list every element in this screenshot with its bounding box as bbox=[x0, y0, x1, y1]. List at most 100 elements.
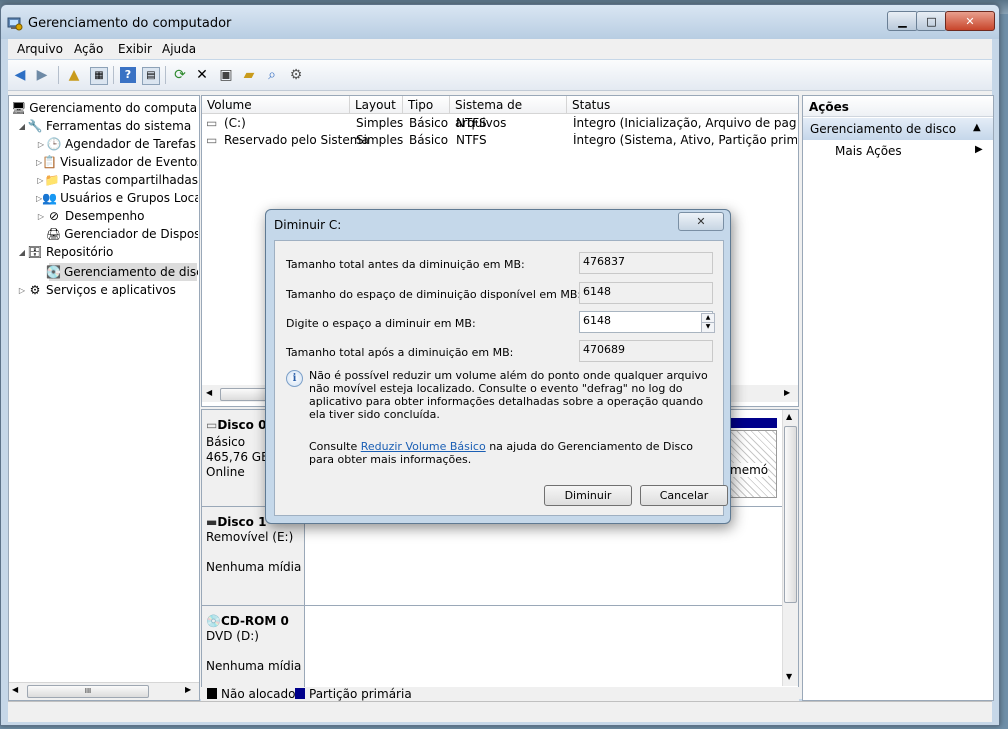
column-header-layout[interactable]: Layout bbox=[350, 96, 403, 114]
cdrom-0-state: Nenhuma mídia bbox=[206, 659, 302, 673]
more-actions-label: Mais Ações bbox=[835, 144, 902, 158]
available-label: Tamanho do espaço de diminuição disponív… bbox=[286, 288, 582, 301]
expanded-icon[interactable]: ◢ bbox=[17, 248, 27, 257]
partition-header-bar bbox=[725, 418, 777, 428]
show-hide-tree-icon[interactable]: ▦ bbox=[90, 67, 108, 85]
tree-item-storage[interactable]: ◢ 🗄 Repositório bbox=[17, 243, 197, 261]
shrink-button[interactable]: Diminuir bbox=[544, 485, 632, 506]
search-icon[interactable]: ⌕ bbox=[264, 67, 280, 83]
cancel-button[interactable]: Cancelar bbox=[640, 485, 728, 506]
shrink-amount-input[interactable]: 6148 ▲ ▼ bbox=[579, 311, 715, 333]
table-row[interactable]: ▭ Reservado pelo Sistema Simples Básico … bbox=[202, 132, 798, 149]
minimize-icon: ▁ bbox=[898, 14, 907, 28]
column-header-volume[interactable]: Volume bbox=[202, 96, 350, 114]
actions-title: Ações bbox=[809, 100, 849, 114]
show-hide-action-pane-icon[interactable]: ▤ bbox=[142, 67, 160, 85]
column-header-status[interactable]: Status bbox=[567, 96, 798, 114]
tree-item-label: Visualizador de Eventos bbox=[60, 155, 198, 169]
tree-item-root[interactable]: 🖥 Gerenciamento do computador bbox=[11, 99, 197, 117]
menu-arquivo[interactable]: Arquivo bbox=[17, 42, 63, 56]
close-icon: ✕ bbox=[696, 215, 706, 228]
settings-icon[interactable]: ⚙ bbox=[288, 67, 304, 83]
collapse-icon[interactable]: ▲ bbox=[973, 122, 981, 133]
collapsed-icon[interactable]: ▷ bbox=[36, 212, 46, 221]
tree-item-label: Gerenciamento de disco bbox=[63, 265, 198, 279]
actions-header: Ações bbox=[803, 96, 993, 117]
minimize-button[interactable]: ▁ bbox=[887, 11, 918, 31]
unallocated-swatch bbox=[207, 688, 217, 699]
primary-swatch bbox=[295, 688, 305, 699]
disk-0-name: ▭Disco 0 bbox=[206, 418, 267, 432]
menu-ajuda[interactable]: Ajuda bbox=[162, 42, 196, 56]
services-icon: ⚙ bbox=[29, 283, 41, 297]
volume-fs: NTFS bbox=[456, 133, 487, 147]
tree-item-disk-management[interactable]: 💽 Gerenciamento de disco bbox=[46, 263, 198, 281]
scroll-left-icon[interactable]: ◀ bbox=[206, 388, 212, 397]
actions-section-header[interactable]: Gerenciamento de disco ▲ bbox=[803, 118, 993, 140]
actions-section-label: Gerenciamento de disco bbox=[810, 122, 957, 136]
disk-0-state: Online bbox=[206, 465, 245, 479]
tree-horizontal-scrollbar[interactable]: ◀ III ▶ bbox=[9, 682, 199, 700]
forward-arrow-icon[interactable]: ▶ bbox=[34, 67, 50, 83]
expanded-icon[interactable]: ◢ bbox=[17, 122, 27, 131]
actions-pane: Ações Gerenciamento de disco ▲ Mais Açõe… bbox=[802, 95, 994, 701]
help-text: Consulte Reduzir Volume Básico na ajuda … bbox=[309, 440, 694, 466]
up-folder-icon[interactable]: ▲ bbox=[66, 67, 82, 83]
back-arrow-icon[interactable]: ◀ bbox=[12, 67, 28, 83]
scroll-down-icon[interactable]: ▼ bbox=[786, 672, 792, 681]
disk-view-vscrollbar[interactable]: ▲ ▼ bbox=[782, 410, 798, 686]
help-icon[interactable]: ? bbox=[120, 67, 136, 83]
cdrom-0-type: DVD (D:) bbox=[206, 629, 259, 643]
menu-acao[interactable]: Ação bbox=[74, 42, 103, 56]
removable-disk-icon: ▬ bbox=[206, 515, 218, 529]
tree-item-event-viewer[interactable]: ▷ 📋 Visualizador de Eventos bbox=[36, 153, 198, 171]
tree-item-task-scheduler[interactable]: ▷ 🕒 Agendador de Tarefas bbox=[36, 135, 198, 153]
clock-icon: 🕒 bbox=[46, 137, 62, 151]
scroll-right-icon[interactable]: ▶ bbox=[784, 388, 790, 397]
maximize-button[interactable]: □ bbox=[916, 11, 947, 31]
open-folder-icon[interactable]: ▰ bbox=[241, 67, 257, 83]
storage-icon: 🗄 bbox=[27, 245, 43, 259]
table-row[interactable]: ▭ (C:) Simples Básico NTFS Íntegro (Inic… bbox=[202, 115, 798, 132]
dialog-close-button[interactable]: ✕ bbox=[678, 212, 724, 231]
tree-item-system-tools[interactable]: ◢ 🔧 Ferramentas do sistema bbox=[17, 117, 197, 135]
total-before-label: Tamanho total antes da diminuição em MB: bbox=[286, 258, 525, 271]
scroll-up-icon[interactable]: ▲ bbox=[786, 412, 792, 421]
disk-0-type: Básico bbox=[206, 435, 246, 449]
tree-item-performance[interactable]: ▷ ⊘ Desempenho bbox=[36, 207, 198, 225]
more-actions-item[interactable]: Mais Ações ▶ bbox=[803, 142, 993, 160]
menu-exibir[interactable]: Exibir bbox=[118, 42, 152, 56]
cdrom-0-label[interactable]: 💿CD-ROM 0 DVD (D:) Nenhuma mídia bbox=[202, 606, 305, 688]
info-icon: i bbox=[286, 370, 303, 387]
scroll-thumb[interactable]: III bbox=[27, 685, 149, 698]
scroll-thumb[interactable] bbox=[784, 426, 797, 603]
close-button[interactable]: ✕ bbox=[945, 11, 995, 31]
title-bar[interactable]: Gerenciamento do computador ▁ □ ✕ bbox=[1, 5, 999, 39]
users-icon: 👥 bbox=[42, 191, 58, 205]
tree-item-device-manager[interactable]: 🖨 Gerenciador de Disposit bbox=[46, 225, 198, 243]
available-value: 6148 bbox=[579, 282, 713, 304]
volume-type: Básico bbox=[409, 116, 449, 130]
tree-item-label: Desempenho bbox=[65, 209, 145, 223]
volume-status: Íntegro (Sistema, Ativo, Partição primár… bbox=[573, 133, 797, 147]
tree-item-label: Gerenciamento do computador bbox=[29, 101, 197, 115]
collapsed-icon[interactable]: ▷ bbox=[36, 176, 45, 185]
refresh-icon[interactable]: ⟳ bbox=[172, 67, 188, 83]
tree-item-services[interactable]: ▷ ⚙ Serviços e aplicativos bbox=[17, 281, 197, 299]
column-header-type[interactable]: Tipo bbox=[403, 96, 450, 114]
column-header-filesystem[interactable]: Sistema de arquivos bbox=[450, 96, 567, 130]
scroll-left-icon[interactable]: ◀ bbox=[12, 685, 18, 694]
delete-icon[interactable]: ✕ bbox=[194, 67, 210, 83]
spin-down-button[interactable]: ▼ bbox=[701, 322, 715, 333]
collapsed-icon[interactable]: ▷ bbox=[17, 286, 27, 295]
partition-c-block[interactable]: memó bbox=[725, 430, 777, 498]
collapsed-icon[interactable]: ▷ bbox=[36, 140, 46, 149]
scroll-right-icon[interactable]: ▶ bbox=[185, 685, 191, 694]
properties-icon[interactable]: ▣ bbox=[218, 67, 234, 83]
tree-item-shared-folders[interactable]: ▷ 📁 Pastas compartilhadas bbox=[36, 171, 198, 189]
tree-item-users-groups[interactable]: ▷ 👥 Usuários e Grupos Loca bbox=[36, 189, 198, 207]
volume-fs: NTFS bbox=[456, 116, 487, 130]
input-label: Digite o espaço a diminuir em MB: bbox=[286, 317, 476, 330]
navigation-tree: 🖥 Gerenciamento do computador ◢ 🔧 Ferram… bbox=[8, 95, 200, 701]
help-link[interactable]: Reduzir Volume Básico bbox=[361, 440, 486, 453]
